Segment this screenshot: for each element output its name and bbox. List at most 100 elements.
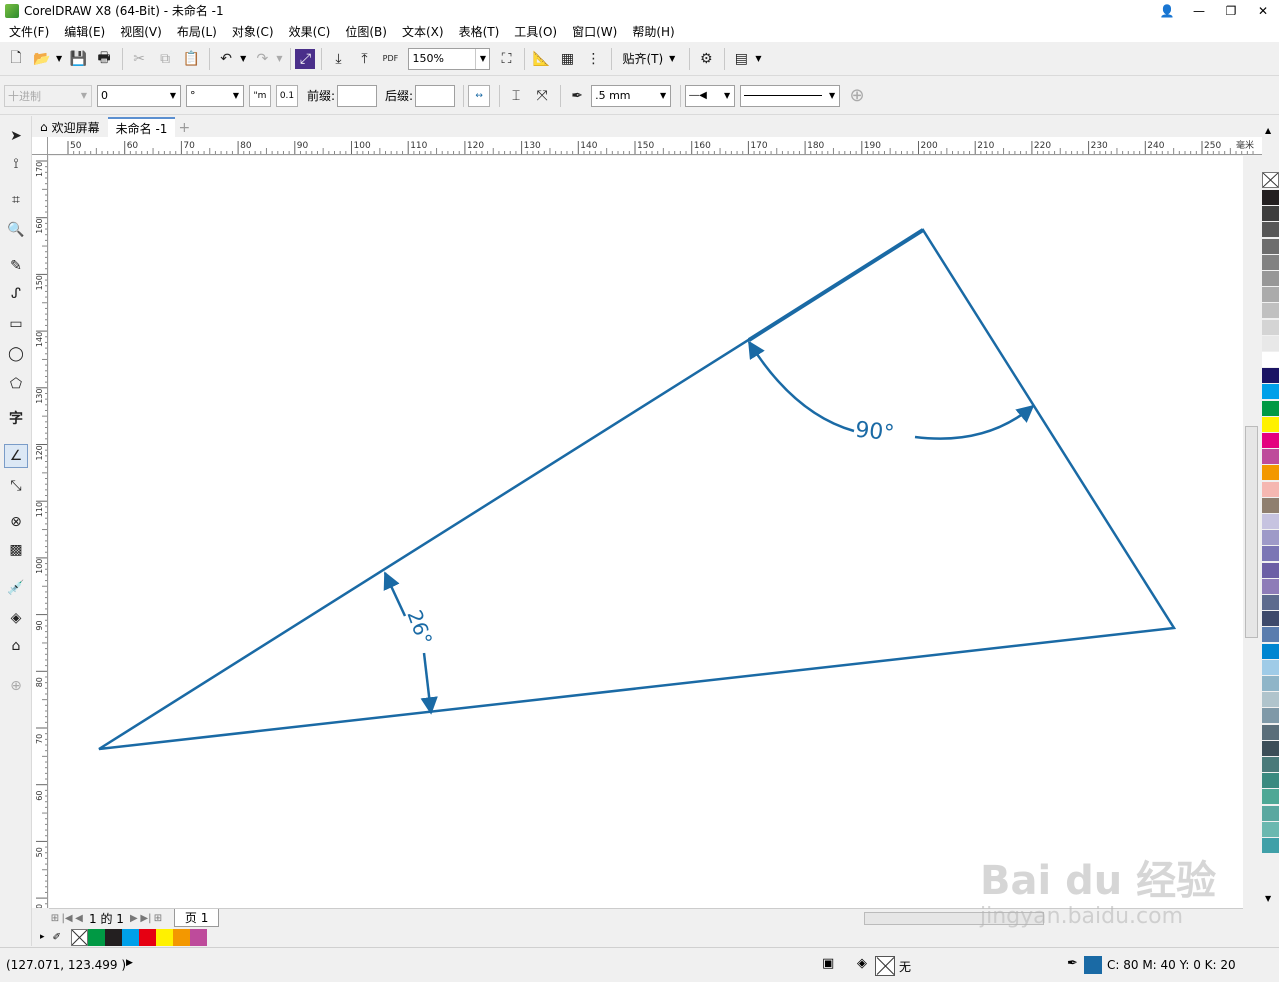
palette-color-swatch[interactable] <box>1262 190 1279 206</box>
add-icon[interactable]: ⊕ <box>845 84 869 108</box>
palette-scroll-down-icon[interactable]: ▼ <box>1265 894 1271 903</box>
page-tab-1[interactable]: 页 1 <box>173 909 220 927</box>
palette-color-swatch[interactable] <box>1262 838 1279 854</box>
palette-color-swatch[interactable] <box>1262 303 1279 320</box>
previous-page-icon[interactable]: ◀ <box>73 913 85 924</box>
menu-object[interactable]: 对象(C) <box>226 23 280 40</box>
menu-bitmaps[interactable]: 位图(B) <box>339 23 393 40</box>
paste-icon[interactable]: 📋 <box>179 47 203 71</box>
export-icon[interactable]: ⤒ <box>352 47 376 71</box>
palette-color-swatch[interactable] <box>1262 222 1279 239</box>
palette-color-swatch[interactable] <box>1262 546 1279 563</box>
angle-90-arc-left[interactable] <box>747 340 855 433</box>
palette-color-swatch[interactable] <box>1262 740 1279 757</box>
eyedropper-small-icon[interactable]: ✐ <box>53 932 61 943</box>
close-button[interactable]: ✕ <box>1247 0 1279 21</box>
palette-color-swatch[interactable] <box>1262 757 1279 773</box>
export-pdf-icon[interactable]: PDF <box>378 47 402 71</box>
rectangle-tool-icon[interactable]: ▭ <box>4 312 28 336</box>
restore-button[interactable]: ❐ <box>1215 0 1247 21</box>
angle-26-arc-top[interactable] <box>383 571 407 617</box>
palette-color-swatch[interactable] <box>1262 530 1279 547</box>
palette-color-swatch[interactable] <box>1262 789 1279 806</box>
prefix-input[interactable] <box>337 84 378 107</box>
palette-color-swatch[interactable] <box>1262 287 1279 304</box>
show-rulers-icon[interactable]: 📐 <box>529 47 553 71</box>
add-tool-icon[interactable]: ⊕ <box>4 674 28 698</box>
full-screen-icon[interactable]: ⛶ <box>494 47 518 71</box>
connector-tool-icon[interactable]: ⤡ <box>4 474 28 498</box>
doc-palette-color-swatch[interactable] <box>104 928 122 946</box>
palette-color-swatch[interactable] <box>1262 449 1279 466</box>
ellipse-tool-icon[interactable]: ◯ <box>4 342 28 366</box>
dimension-precision-combo[interactable]: 0 ▼ <box>97 84 181 107</box>
zoom-level-combo[interactable]: 150% ▼ <box>408 47 491 70</box>
account-icon[interactable]: 👤 <box>1151 0 1183 21</box>
menu-table[interactable]: 表格(T) <box>453 23 506 40</box>
dynamic-dimensioning-icon[interactable]: ↔ <box>468 84 491 107</box>
angle-90-label[interactable]: 90° <box>854 418 895 447</box>
menu-file[interactable]: 文件(F) <box>3 23 55 40</box>
palette-color-swatch[interactable] <box>1262 724 1279 741</box>
palette-color-swatch[interactable] <box>1262 481 1279 498</box>
angle-26-arc-bottom[interactable] <box>420 652 438 715</box>
add-page-after-icon[interactable]: ⊞ <box>152 913 164 924</box>
palette-color-swatch[interactable] <box>1262 805 1279 822</box>
palette-color-swatch[interactable] <box>1262 692 1279 709</box>
vertical-scrollbar[interactable] <box>1243 156 1260 908</box>
palette-color-swatch[interactable] <box>1262 821 1279 838</box>
dimension-tool-icon[interactable]: ∠ <box>4 444 28 468</box>
print-icon[interactable]: 🖶 <box>92 47 116 71</box>
search-content-icon[interactable]: ⤢ <box>295 48 316 69</box>
menu-help[interactable]: 帮助(H) <box>626 23 680 40</box>
save-icon[interactable]: 💾 <box>66 47 90 71</box>
palette-color-swatch[interactable] <box>1262 335 1279 352</box>
cut-icon[interactable]: ✂ <box>127 47 151 71</box>
palette-color-swatch[interactable] <box>1262 400 1279 417</box>
palette-color-swatch[interactable] <box>1262 595 1279 611</box>
first-page-icon[interactable]: |◀ <box>61 913 73 924</box>
menu-window[interactable]: 窗口(W) <box>566 23 623 40</box>
menu-layout[interactable]: 布局(L) <box>171 23 223 40</box>
redo-dropdown-icon[interactable]: ▼ <box>276 54 282 63</box>
text-tool-icon[interactable]: 字 <box>4 406 28 430</box>
show-units-icon[interactable]: "m <box>249 84 271 107</box>
no-color-swatch[interactable] <box>1262 172 1279 188</box>
show-grid-icon[interactable]: ▦ <box>555 47 579 71</box>
triangle-shape[interactable] <box>98 228 1177 751</box>
zoom-tool-icon[interactable]: 🔍 <box>4 218 28 242</box>
show-guidelines-icon[interactable]: ⋮ <box>581 47 605 71</box>
menu-text[interactable]: 文本(X) <box>396 23 450 40</box>
polygon-tool-icon[interactable]: ⬠ <box>4 372 28 396</box>
new-document-icon[interactable]: 🗋 <box>4 47 28 71</box>
palette-color-swatch[interactable] <box>1262 643 1279 660</box>
copy-icon[interactable]: ⧉ <box>153 47 177 71</box>
palette-color-swatch[interactable] <box>1262 659 1279 676</box>
artistic-media-icon[interactable]: ᔑ <box>4 282 28 306</box>
palette-color-swatch[interactable] <box>1262 368 1279 385</box>
import-icon[interactable]: ⤓ <box>326 47 350 71</box>
pick-tool-icon[interactable]: ➤ <box>4 124 28 148</box>
undo-dropdown-icon[interactable]: ▼ <box>240 54 246 63</box>
shape-tool-icon[interactable]: ⟟ <box>4 152 28 176</box>
color-proof-icon[interactable]: ▣ <box>822 956 834 971</box>
last-page-icon[interactable]: ▶| <box>140 913 152 924</box>
menu-view[interactable]: 视图(V) <box>114 23 168 40</box>
extension-lines-icon[interactable]: ⤧ <box>530 84 554 108</box>
outline-width-combo[interactable]: .5 mm ▼ <box>591 84 672 107</box>
doc-palette-color-swatch[interactable] <box>121 928 139 946</box>
eyedropper-tool-icon[interactable]: 💉 <box>4 576 28 600</box>
palette-expand-icon[interactable]: ▸ <box>40 932 45 942</box>
minimize-button[interactable]: — <box>1183 0 1215 21</box>
crop-tool-icon[interactable]: ⌗ <box>4 188 28 212</box>
status-expand-icon[interactable]: ▶ <box>126 958 133 968</box>
menu-effects[interactable]: 效果(C) <box>283 23 337 40</box>
palette-color-swatch[interactable] <box>1262 238 1279 255</box>
text-position-icon[interactable]: ⌶ <box>504 84 528 108</box>
palette-color-swatch[interactable] <box>1262 611 1279 628</box>
palette-color-swatch[interactable] <box>1262 562 1279 579</box>
palette-color-swatch[interactable] <box>1262 206 1279 223</box>
launcher-dropdown-icon[interactable]: ▼ <box>755 54 761 63</box>
palette-color-swatch[interactable] <box>1262 352 1279 368</box>
palette-color-swatch[interactable] <box>1262 384 1279 401</box>
